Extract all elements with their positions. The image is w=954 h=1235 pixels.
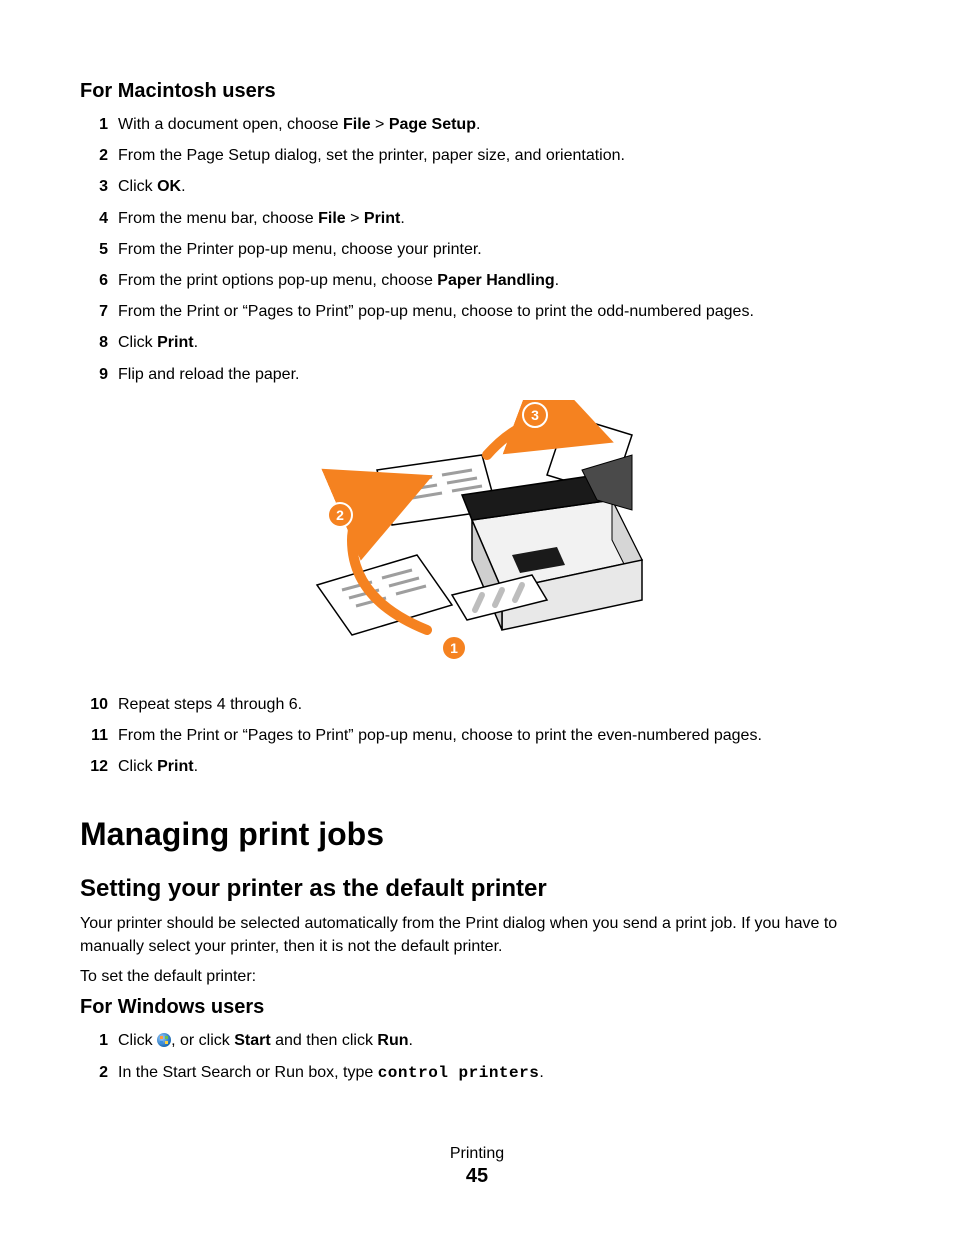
step-text: From the Page Setup dialog, set the prin… [118,144,874,167]
step-item: 8Click Print. [80,331,874,354]
heading-windows: For Windows users [80,996,874,1019]
footer-page-number: 45 [80,1165,874,1188]
step-item: 2In the Start Search or Run box, type co… [80,1061,874,1085]
step-text: Click , or click Start and then click Ru… [118,1029,874,1052]
step-text: In the Start Search or Run box, type con… [118,1061,874,1085]
figure-callout-1: 1 [450,640,458,656]
step-text: Click Print. [118,755,874,778]
step-item: 2From the Page Setup dialog, set the pri… [80,144,874,167]
step-item: 1Click , or click Start and then click R… [80,1029,874,1052]
step-item: 10Repeat steps 4 through 6. [80,693,874,716]
step-text: From the Print or “Pages to Print” pop-u… [118,300,874,323]
step-text: With a document open, choose File > Page… [118,113,874,136]
figure-callout-3: 3 [531,407,539,423]
mac-steps-list: 1With a document open, choose File > Pag… [80,113,874,386]
step-text: From the print options pop-up menu, choo… [118,269,874,292]
heading-managing-print-jobs: Managing print jobs [80,816,874,853]
step-text: Click Print. [118,331,874,354]
footer-chapter: Printing [80,1145,874,1163]
step-number: 12 [80,755,118,778]
step-item: 3Click OK. [80,175,874,198]
step-text: Flip and reload the paper. [118,363,874,386]
step-number: 2 [80,1061,118,1084]
figure-callout-2: 2 [336,507,344,523]
paragraph-to-set-default: To set the default printer: [80,966,874,988]
heading-mac: For Macintosh users [80,80,874,103]
step-number: 3 [80,175,118,198]
heading-default-printer: Setting your printer as the default prin… [80,875,874,903]
step-text: From the Print or “Pages to Print” pop-u… [118,724,874,747]
step-item: 9Flip and reload the paper. [80,363,874,386]
step-number: 7 [80,300,118,323]
step-number: 8 [80,331,118,354]
step-number: 4 [80,207,118,230]
paragraph-default-printer-intro: Your printer should be selected automati… [80,913,874,958]
printer-figure: 1 2 3 [80,400,874,675]
windows-start-icon [157,1033,171,1047]
step-item: 6From the print options pop-up menu, cho… [80,269,874,292]
step-text: From the Printer pop-up menu, choose you… [118,238,874,261]
step-number: 1 [80,113,118,136]
step-item: 12Click Print. [80,755,874,778]
step-item: 7From the Print or “Pages to Print” pop-… [80,300,874,323]
step-item: 11From the Print or “Pages to Print” pop… [80,724,874,747]
mac-steps-list-continued: 10Repeat steps 4 through 6.11From the Pr… [80,693,874,779]
step-number: 5 [80,238,118,261]
step-item: 1With a document open, choose File > Pag… [80,113,874,136]
step-number: 11 [80,724,118,747]
step-text: Click OK. [118,175,874,198]
step-text: Repeat steps 4 through 6. [118,693,874,716]
windows-steps-list: 1Click , or click Start and then click R… [80,1029,874,1084]
step-number: 10 [80,693,118,716]
step-item: 4From the menu bar, choose File > Print. [80,207,874,230]
step-number: 2 [80,144,118,167]
step-text: From the menu bar, choose File > Print. [118,207,874,230]
step-item: 5From the Printer pop-up menu, choose yo… [80,238,874,261]
step-number: 6 [80,269,118,292]
step-number: 9 [80,363,118,386]
step-number: 1 [80,1029,118,1052]
